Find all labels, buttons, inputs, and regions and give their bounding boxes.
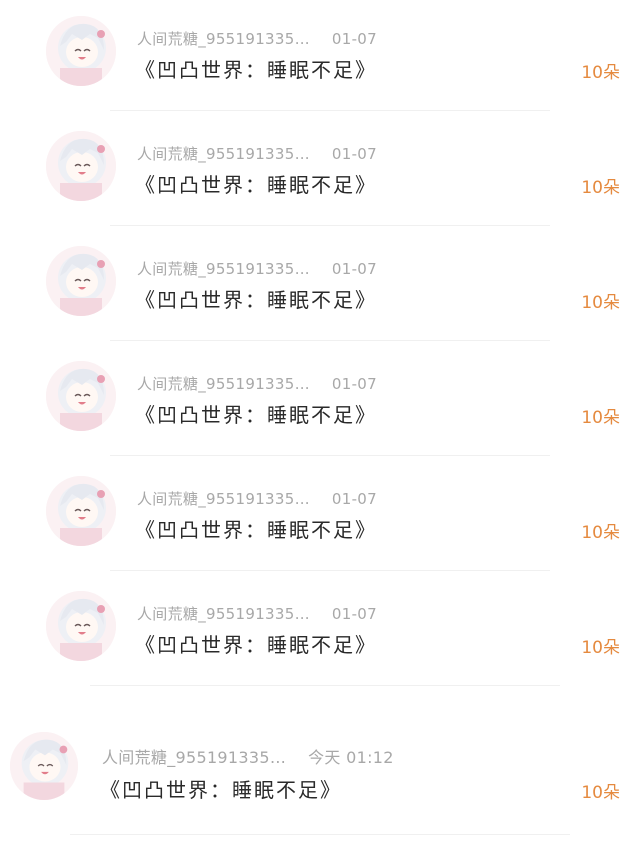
list-item[interactable]: 人间荒糖_955191335… 01-07 《凹凸世界：睡眠不足》 10朵 (0, 345, 640, 460)
gift-amount: 10朵 (581, 638, 620, 658)
divider (110, 455, 550, 456)
timestamp: 01-07 (331, 30, 377, 48)
gift-content: 《凹凸世界：睡眠不足》 (135, 518, 377, 542)
list-item[interactable]: 人间荒糖_955191335… 01-07 《凹凸世界：睡眠不足》 10朵 (0, 115, 640, 230)
divider (110, 225, 550, 226)
sender-name[interactable]: 人间荒糖_955191335… (137, 145, 310, 163)
timestamp: 01-07 (331, 490, 377, 508)
gift-amount: 10朵 (581, 293, 620, 313)
timestamp: 01-07 (331, 260, 377, 278)
avatar[interactable] (46, 16, 116, 86)
sender-name[interactable]: 人间荒糖_955191335… (102, 748, 286, 767)
sender-line: 人间荒糖_955191335… 01-07 (137, 603, 377, 624)
gift-content: 《凹凸世界：睡眠不足》 (135, 403, 377, 427)
avatar-image (46, 476, 116, 546)
sender-line: 人间荒糖_955191335… 01-07 (137, 258, 377, 279)
divider (110, 110, 550, 111)
sender-name[interactable]: 人间荒糖_955191335… (137, 260, 310, 278)
sender-line: 人间荒糖_955191335… 01-07 (137, 488, 377, 509)
avatar-image (46, 361, 116, 431)
list-item[interactable]: 人间荒糖_955191335… 今天 01:12 《凹凸世界：睡眠不足》 10朵 (0, 712, 640, 853)
gift-amount: 10朵 (581, 178, 620, 198)
gift-amount: 10朵 (581, 63, 620, 83)
timestamp: 01-07 (331, 375, 377, 393)
gift-amount: 10朵 (581, 783, 620, 803)
timestamp: 01-07 (331, 145, 377, 163)
divider (110, 570, 550, 571)
gift-content: 《凹凸世界：睡眠不足》 (135, 633, 377, 657)
sender-name[interactable]: 人间荒糖_955191335… (137, 605, 310, 623)
divider (70, 834, 570, 835)
avatar[interactable] (46, 131, 116, 201)
gift-content: 《凹凸世界：睡眠不足》 (100, 778, 342, 802)
avatar-image (46, 246, 116, 316)
avatar[interactable] (46, 591, 116, 661)
timestamp: 今天 01:12 (308, 748, 394, 767)
list-item[interactable]: 人间荒糖_955191335… 01-07 《凹凸世界：睡眠不足》 10朵 (0, 460, 640, 575)
avatar-image (46, 591, 116, 661)
list-item[interactable]: 人间荒糖_955191335… 01-07 《凹凸世界：睡眠不足》 10朵 (0, 0, 640, 115)
avatar[interactable] (46, 361, 116, 431)
gift-content: 《凹凸世界：睡眠不足》 (135, 288, 377, 312)
sender-name[interactable]: 人间荒糖_955191335… (137, 375, 310, 393)
sender-line: 人间荒糖_955191335… 今天 01:12 (102, 744, 394, 768)
list-item[interactable]: 人间荒糖_955191335… 01-07 《凹凸世界：睡眠不足》 10朵 (0, 575, 640, 690)
gift-amount: 10朵 (581, 408, 620, 428)
gift-content: 《凹凸世界：睡眠不足》 (135, 173, 377, 197)
gift-content: 《凹凸世界：睡眠不足》 (135, 58, 377, 82)
sender-name[interactable]: 人间荒糖_955191335… (137, 490, 310, 508)
gift-amount: 10朵 (581, 523, 620, 543)
sender-line: 人间荒糖_955191335… 01-07 (137, 373, 377, 394)
sender-name[interactable]: 人间荒糖_955191335… (137, 30, 310, 48)
avatar[interactable] (46, 476, 116, 546)
timestamp: 01-07 (331, 605, 377, 623)
avatar[interactable] (10, 732, 78, 800)
avatar-image (46, 16, 116, 86)
avatar-image (10, 732, 78, 800)
list-item[interactable]: 人间荒糖_955191335… 01-07 《凹凸世界：睡眠不足》 10朵 (0, 230, 640, 345)
sender-line: 人间荒糖_955191335… 01-07 (137, 143, 377, 164)
avatar[interactable] (46, 246, 116, 316)
sender-line: 人间荒糖_955191335… 01-07 (137, 28, 377, 49)
avatar-image (46, 131, 116, 201)
divider (110, 340, 550, 341)
divider (90, 685, 560, 686)
